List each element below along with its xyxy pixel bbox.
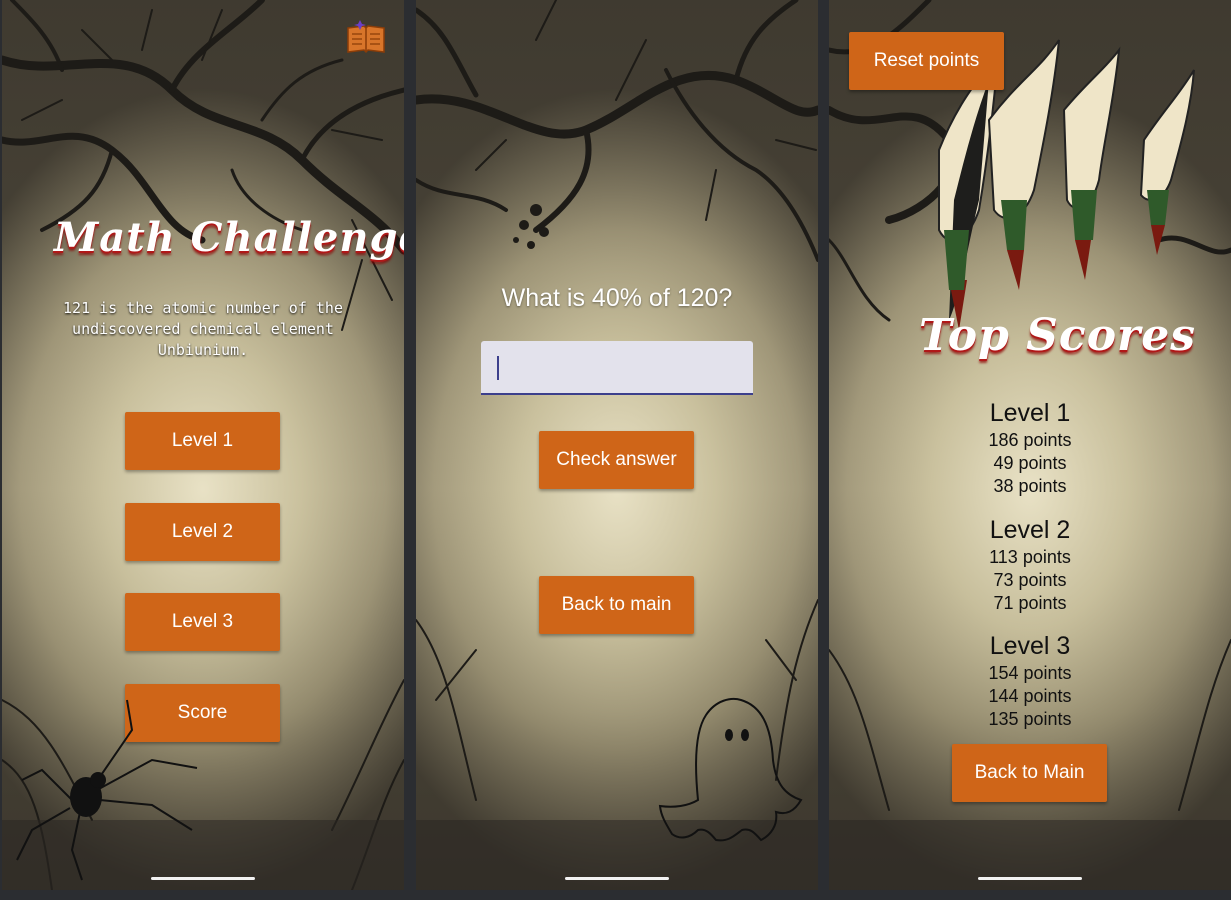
score-entry: 73 points (993, 570, 1067, 590)
score-level-label: Level 1 (989, 399, 1071, 427)
check-answer-button[interactable]: Check answer (539, 431, 694, 489)
app-title: Math Challenge (54, 214, 404, 261)
back-to-main-button[interactable]: Back to main (539, 576, 694, 634)
top-scores-title: Top Scores (919, 310, 1196, 361)
score-level-label: Level 2 (989, 516, 1071, 544)
score-entry: 38 points (993, 476, 1067, 496)
back-to-main-button[interactable]: Back to Main (952, 744, 1107, 802)
text-cursor (497, 356, 499, 380)
score-entry: 186 points (988, 430, 1072, 450)
home-screen: Math Challenge 121 is the atomic number … (2, 0, 404, 890)
score-level-label: Level 3 (989, 632, 1071, 660)
level-1-scores: Level 1 186 points 49 points 38 points (829, 397, 1231, 498)
score-entry: 135 points (988, 709, 1072, 729)
scores-screen: Reset points Top Scores Level 1 186 poin… (829, 0, 1231, 890)
score-entry: 49 points (993, 453, 1067, 473)
level-3-button[interactable]: Level 3 (125, 593, 280, 651)
question-text: What is 40% of 120? (501, 284, 733, 312)
level-2-scores: Level 2 113 points 73 points 71 points (829, 514, 1231, 615)
score-entry: 71 points (993, 593, 1067, 613)
score-entry: 113 points (989, 547, 1071, 567)
home-indicator (565, 877, 669, 880)
quiz-screen: What is 40% of 120? Check answer Back to… (416, 0, 818, 890)
score-entry: 154 points (988, 663, 1072, 683)
home-indicator (151, 877, 255, 880)
score-button[interactable]: Score (125, 684, 280, 742)
level-1-button[interactable]: Level 1 (125, 412, 280, 470)
level-2-button[interactable]: Level 2 (125, 503, 280, 561)
home-indicator (978, 877, 1082, 880)
score-entry: 144 points (988, 686, 1072, 706)
book-icon[interactable] (346, 18, 386, 56)
reset-points-button[interactable]: Reset points (849, 32, 1004, 90)
level-3-scores: Level 3 154 points 144 points 135 points (829, 630, 1231, 731)
fun-fact-text: 121 is the atomic number of the undiscov… (63, 299, 343, 359)
answer-input[interactable] (481, 341, 753, 395)
